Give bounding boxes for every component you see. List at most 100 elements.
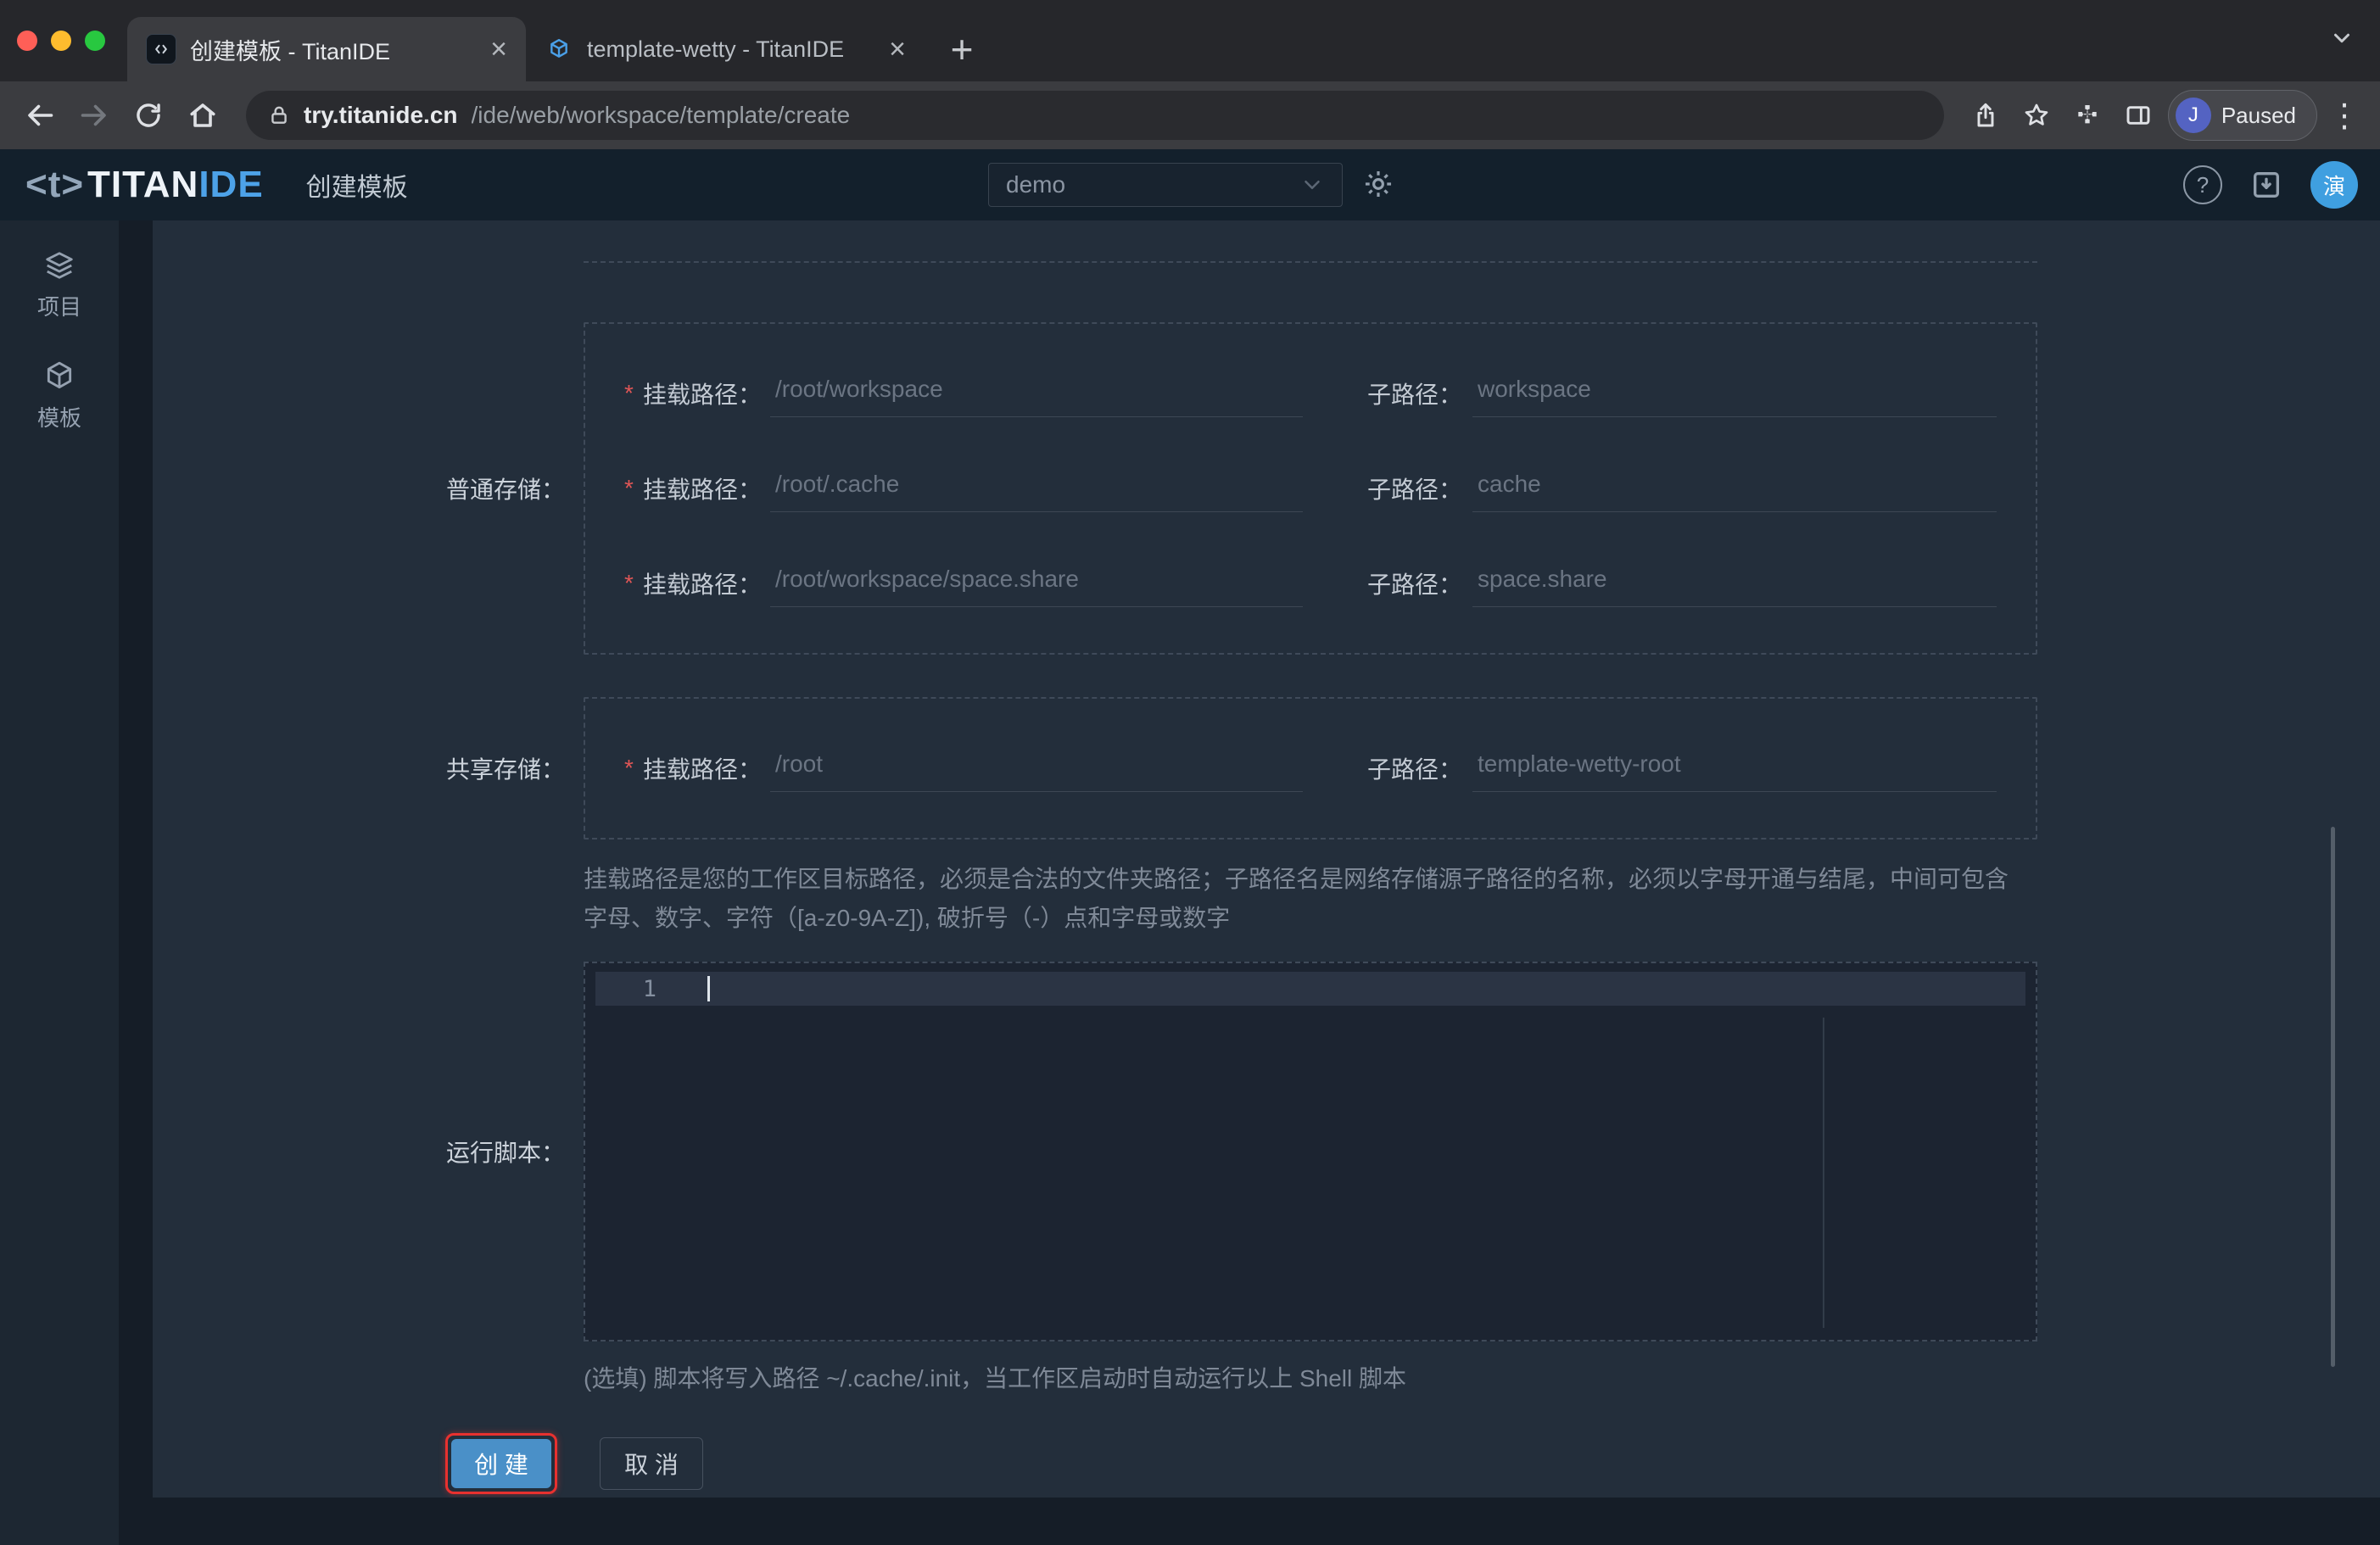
logo-titan: TITAN: [87, 164, 199, 205]
browser-menu-icon[interactable]: ⋮: [2326, 97, 2363, 135]
sub-path-label: 子路径：: [1367, 756, 1463, 783]
home-icon[interactable]: [180, 92, 226, 138]
share-icon[interactable]: [1964, 94, 2007, 137]
script-help-text: (选填) 脚本将写入路径 ~/.cache/.init，当工作区启动时自动运行以…: [584, 1365, 1407, 1392]
sub-path-input[interactable]: space.share: [1472, 561, 1997, 607]
sidebar-item-label: 项目: [36, 294, 81, 320]
settings-gear-icon[interactable]: [1362, 168, 1394, 200]
cube-icon: [43, 360, 75, 393]
app-sidebar: 项目 模板: [0, 220, 119, 1545]
previous-group-partial-border: [584, 261, 2037, 263]
tab-close-icon[interactable]: ×: [490, 35, 507, 64]
shared-storage-group: * 挂载路径： /root 子路径： template-wetty-root: [584, 697, 2037, 839]
workspace-select-value: demo: [1006, 171, 1066, 198]
browser-tab-inactive[interactable]: template-wetty - TitanIDE ×: [526, 17, 925, 81]
plugin-manager-icon[interactable]: [2249, 168, 2283, 202]
page-scrollbar-thumb[interactable]: [2331, 827, 2335, 1367]
tab-title: 创建模板 - TitanIDE: [190, 38, 391, 64]
cancel-button[interactable]: 取 消: [600, 1437, 703, 1490]
storage-row: * 挂载路径： /root/.cache 子路径： cache: [585, 441, 2036, 536]
workspace-select[interactable]: demo: [988, 163, 1343, 207]
sidebar-item-label: 模板: [36, 405, 81, 431]
normal-storage-group: * 挂载路径： /root/workspace 子路径： workspace *…: [584, 322, 2037, 655]
browser-toolbar: try.titanide.cn/ide/web/workspace/templa…: [0, 81, 2380, 149]
shared-storage-section: 共享存储： * 挂载路径： /root 子路径： template-wetty-…: [153, 697, 2380, 839]
screen: 创建模板 - TitanIDE × template-wetty - Titan…: [0, 0, 2380, 1545]
lock-icon: [268, 104, 290, 126]
app-header: <t> TITAN IDE 创建模板 demo ? 演: [0, 149, 2380, 220]
chevron-down-icon: [1299, 172, 1325, 198]
forward-icon: [71, 92, 117, 138]
header-right-actions: ? 演: [2183, 149, 2358, 220]
required-mark: *: [624, 475, 634, 501]
editor-active-line: 1: [595, 972, 2025, 1006]
script-code-editor[interactable]: 1: [584, 962, 2037, 1341]
mount-path-label: 挂载路径：: [643, 572, 763, 598]
tab-search-chevron-icon[interactable]: [2329, 25, 2355, 51]
logo-bracket: <t>: [25, 164, 85, 205]
path-help-text: 挂载路径是您的工作区目标路径，必须是合法的文件夹路径；子路径名是网络存储源子路径…: [584, 866, 2009, 931]
url-path: /ide/web/workspace/template/create: [471, 102, 851, 128]
editor-line-number: 1: [642, 975, 656, 1002]
mount-path-input[interactable]: /root: [770, 745, 1303, 792]
mount-path-input[interactable]: /root/workspace/space.share: [770, 561, 1303, 607]
sidebar-item-projects[interactable]: 项目: [0, 243, 119, 328]
section-label: 共享存储：: [445, 756, 565, 783]
sidebar-item-templates[interactable]: 模板: [0, 354, 119, 439]
logo-ide: IDE: [198, 164, 264, 205]
cube-favicon: [545, 35, 573, 64]
create-template-form: 普通存储： * 挂载路径： /root/workspace 子路径： works…: [153, 220, 2380, 1498]
sub-path-label: 子路径：: [1367, 572, 1463, 598]
url-domain: try.titanide.cn: [304, 102, 458, 128]
normal-storage-section: 普通存储： * 挂载路径： /root/workspace 子路径： works…: [153, 322, 2380, 655]
new-tab-button[interactable]: +: [935, 22, 989, 76]
extensions-puzzle-icon[interactable]: [2066, 94, 2109, 137]
mount-path-label: 挂载路径：: [643, 477, 763, 503]
storage-row: * 挂载路径： /root 子路径： template-wetty-root: [585, 721, 2036, 816]
content-area: 普通存储： * 挂载路径： /root/workspace 子路径： works…: [119, 220, 2380, 1545]
window-minimize-button[interactable]: [51, 31, 71, 51]
section-label: 普通存储：: [445, 477, 565, 503]
bookmark-star-icon[interactable]: [2015, 94, 2058, 137]
reload-icon[interactable]: [126, 92, 171, 138]
mount-path-input[interactable]: /root/workspace: [770, 371, 1303, 417]
profile-status: Paused: [2221, 102, 2296, 128]
side-panel-icon[interactable]: [2117, 94, 2159, 137]
required-mark: *: [624, 570, 634, 596]
required-mark: *: [624, 380, 634, 406]
create-button-highlight: 创 建: [445, 1433, 557, 1494]
titanide-favicon: [146, 34, 176, 64]
browser-tab-active[interactable]: 创建模板 - TitanIDE ×: [127, 17, 526, 81]
layers-icon: [43, 249, 75, 282]
browser-tab-strip: 创建模板 - TitanIDE × template-wetty - Titan…: [0, 0, 2380, 81]
required-mark: *: [624, 755, 634, 781]
mount-path-label: 挂载路径：: [643, 382, 763, 408]
page-title: 创建模板: [305, 174, 408, 202]
editor-ruler: [1823, 1018, 1824, 1328]
storage-row: * 挂载路径： /root/workspace 子路径： workspace: [585, 346, 2036, 441]
editor-caret: [707, 976, 710, 1001]
storage-row: * 挂载路径： /root/workspace/space.share 子路径：…: [585, 536, 2036, 631]
sub-path-label: 子路径：: [1367, 382, 1463, 408]
sub-path-input[interactable]: template-wetty-root: [1472, 745, 1997, 792]
section-label: 运行脚本：: [445, 1140, 565, 1166]
window-zoom-button[interactable]: [85, 31, 105, 51]
sub-path-label: 子路径：: [1367, 477, 1463, 503]
window-controls: [0, 0, 127, 81]
tab-title: template-wetty - TitanIDE: [587, 36, 845, 62]
create-button[interactable]: 创 建: [451, 1439, 551, 1488]
help-icon[interactable]: ?: [2183, 165, 2222, 204]
mount-path-label: 挂载路径：: [643, 756, 763, 783]
run-script-section: 运行脚本： 1: [153, 962, 2380, 1341]
mount-path-input[interactable]: /root/.cache: [770, 466, 1303, 512]
browser-profile-chip[interactable]: J Paused: [2167, 90, 2317, 141]
back-icon[interactable]: [17, 92, 63, 138]
form-actions: 创 建 取 消: [445, 1433, 2380, 1494]
sub-path-input[interactable]: workspace: [1472, 371, 1997, 417]
window-close-button[interactable]: [17, 31, 37, 51]
tab-close-icon[interactable]: ×: [889, 35, 906, 64]
profile-avatar: J: [2175, 98, 2211, 133]
user-avatar[interactable]: 演: [2310, 161, 2358, 209]
sub-path-input[interactable]: cache: [1472, 466, 1997, 512]
url-bar[interactable]: try.titanide.cn/ide/web/workspace/templa…: [246, 91, 1944, 140]
